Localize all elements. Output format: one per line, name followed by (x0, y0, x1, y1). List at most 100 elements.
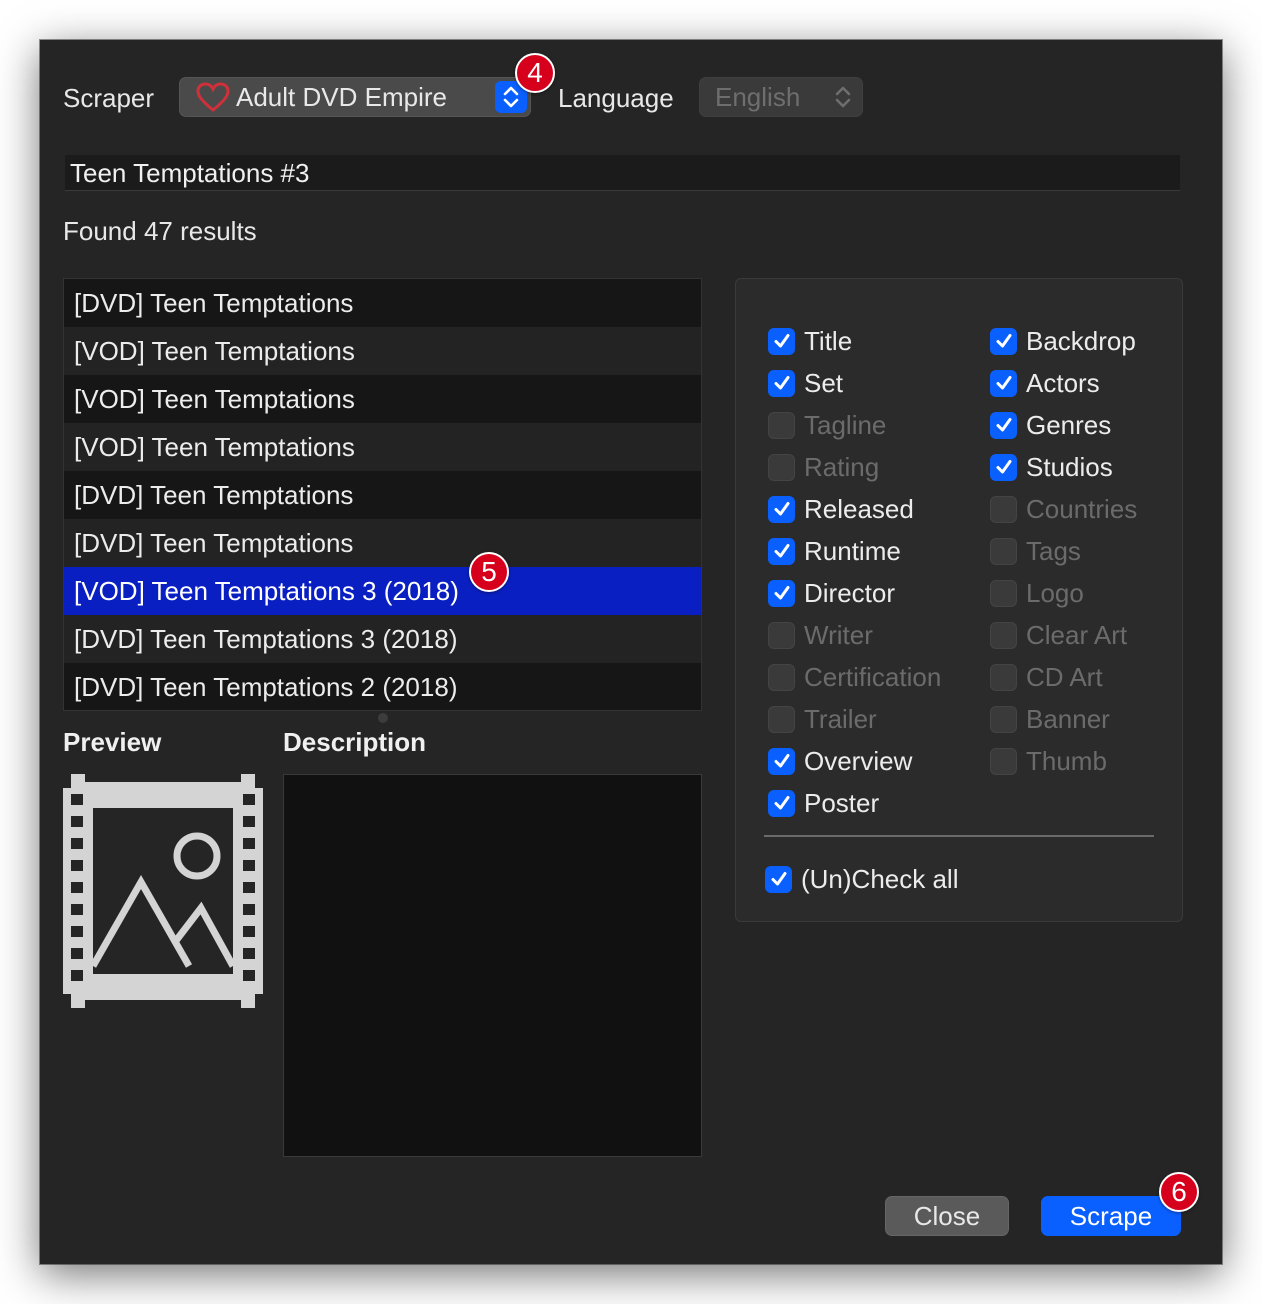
result-row[interactable]: [DVD] Teen Temptations (64, 519, 701, 567)
scrape-button[interactable]: Scrape (1041, 1196, 1181, 1236)
checkbox-label: Trailer (804, 703, 877, 734)
result-row[interactable]: [VOD] Teen Temptations (64, 423, 701, 471)
checkbox-writer[interactable]: Writer (768, 620, 873, 650)
checkbox-label: Actors (1026, 367, 1100, 398)
checkmark-icon (765, 865, 792, 893)
heart-icon (196, 82, 230, 112)
checkbox-director[interactable]: Director (768, 578, 895, 608)
checkmark-icon (768, 579, 795, 607)
checkmark-icon (768, 747, 795, 775)
result-row[interactable]: [DVD] Teen Temptations 3 (2018) (64, 615, 701, 663)
checkbox-empty-icon (768, 453, 795, 481)
checkmark-icon (768, 789, 795, 817)
description-text-area[interactable] (283, 774, 702, 1157)
checkbox-label: Countries (1026, 493, 1138, 524)
checkbox-label: Rating (804, 451, 880, 482)
checkbox-empty-icon (990, 747, 1017, 775)
result-row[interactable]: [DVD] Teen Temptations (64, 471, 701, 519)
checkmark-icon (768, 369, 795, 397)
checkmark-icon (990, 327, 1017, 355)
checkbox-clear-art[interactable]: Clear Art (990, 620, 1127, 650)
checkmark-icon (990, 369, 1017, 397)
checkbox-countries[interactable]: Countries (990, 494, 1137, 524)
checkbox-empty-icon (990, 537, 1017, 565)
checkbox-label: CD Art (1026, 661, 1103, 692)
checkbox-label: Released (804, 493, 914, 524)
result-row[interactable]: [DVD] Teen Temptations (64, 279, 701, 327)
result-row[interactable]: [VOD] Teen Temptations (64, 375, 701, 423)
checkbox-set[interactable]: Set (768, 368, 843, 398)
checkbox-logo[interactable]: Logo (990, 578, 1084, 608)
checkbox-actors[interactable]: Actors (990, 368, 1100, 398)
language-popup[interactable]: English (699, 77, 863, 117)
checkbox-un-check-all[interactable]: (Un)Check all (765, 864, 959, 894)
checkbox-rating[interactable]: Rating (768, 452, 879, 482)
result-row[interactable]: [VOD] Teen Temptations (64, 327, 701, 375)
checkbox-empty-icon (768, 411, 795, 439)
film-image-placeholder-icon (63, 774, 263, 1008)
checkbox-label: Runtime (804, 535, 901, 566)
checkbox-empty-icon (768, 705, 795, 733)
checkbox-label: Backdrop (1026, 325, 1136, 356)
checkmark-icon (768, 327, 795, 355)
close-button[interactable]: Close (885, 1196, 1009, 1236)
checkbox-empty-icon (768, 663, 795, 691)
scraper-popup[interactable]: Adult DVD Empire (179, 77, 531, 117)
callout-badge-6: 6 (1159, 1172, 1199, 1212)
checkbox-trailer[interactable]: Trailer (768, 704, 877, 734)
checkbox-overview[interactable]: Overview (768, 746, 912, 776)
checkbox-tagline[interactable]: Tagline (768, 410, 886, 440)
checkbox-label: Genres (1026, 409, 1112, 440)
checkbox-title[interactable]: Title (768, 326, 852, 356)
checkbox-label: Clear Art (1026, 619, 1128, 650)
checkbox-poster[interactable]: Poster (768, 788, 879, 818)
checkbox-label: Tagline (804, 409, 887, 440)
checkbox-tags[interactable]: Tags (990, 536, 1081, 566)
checkbox-label: Certification (804, 661, 942, 692)
callout-badge-5: 5 (469, 552, 509, 592)
checkbox-label: Director (804, 577, 896, 608)
scraper-value: Adult DVD Empire (236, 81, 447, 112)
scrape-dialog: Scraper Adult DVD Empire 4 Language Engl… (40, 40, 1222, 1264)
checkbox-label: Poster (804, 787, 880, 818)
checkbox-studios[interactable]: Studios (990, 452, 1113, 482)
checkbox-label: Studios (1026, 451, 1113, 482)
language-label: Language (558, 83, 674, 113)
checkmark-icon (990, 411, 1017, 439)
description-label: Description (283, 727, 427, 757)
updown-chevron-icon (827, 81, 859, 113)
result-row-selected[interactable]: [VOD] Teen Temptations 3 (2018) (64, 567, 701, 615)
checkbox-label: Banner (1026, 703, 1110, 734)
checkbox-empty-icon (990, 705, 1017, 733)
checkbox-backdrop[interactable]: Backdrop (990, 326, 1136, 356)
checkbox-label: Thumb (1026, 745, 1107, 776)
split-resize-handle[interactable] (378, 713, 388, 723)
checkmark-icon (768, 495, 795, 523)
scrape-options-panel: Title Set Tagline Rating Released Runtime Dire… (735, 278, 1183, 922)
language-value: English (715, 81, 801, 112)
checkbox-certification[interactable]: Certification (768, 662, 941, 692)
checkbox-label: Logo (1026, 577, 1084, 608)
checkbox-empty-icon (990, 621, 1017, 649)
checkbox-label: Overview (804, 745, 913, 776)
checkbox-released[interactable]: Released (768, 494, 914, 524)
preview-label: Preview (63, 727, 162, 757)
checkbox-banner[interactable]: Banner (990, 704, 1110, 734)
results-count: Found 47 results (63, 216, 257, 246)
checkbox-thumb[interactable]: Thumb (990, 746, 1107, 776)
checkbox-empty-icon (990, 579, 1017, 607)
checkbox-empty-icon (990, 495, 1017, 523)
options-divider (764, 835, 1154, 837)
results-list[interactable]: [DVD] Teen Temptations [VOD] Teen Temptat… (63, 278, 702, 711)
result-row[interactable]: [DVD] Teen Temptations 2 (2018) (64, 663, 701, 710)
checkbox-runtime[interactable]: Runtime (768, 536, 901, 566)
checkbox-label: Tags (1026, 535, 1081, 566)
search-title-field[interactable]: Teen Temptations #3 (65, 155, 1180, 191)
checkbox-cd-art[interactable]: CD Art (990, 662, 1103, 692)
callout-badge-4: 4 (515, 53, 555, 93)
checkbox-empty-icon (768, 621, 795, 649)
scraper-label: Scraper (63, 83, 155, 113)
checkbox-label: Writer (804, 619, 873, 650)
checkbox-genres[interactable]: Genres (990, 410, 1111, 440)
checkbox-label: Set (804, 367, 844, 398)
